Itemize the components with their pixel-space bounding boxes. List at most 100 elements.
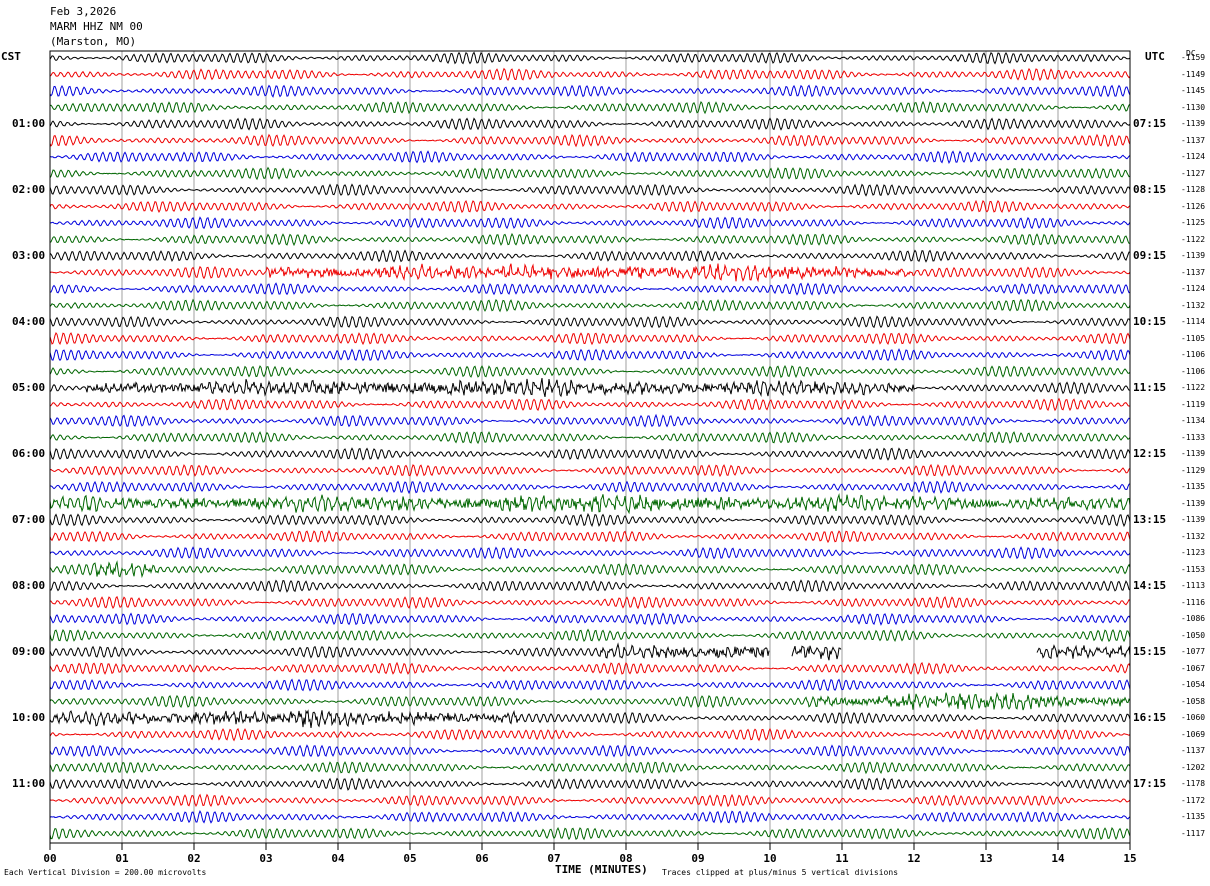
seismic-trace (49, 661, 1131, 676)
dc-offset-label: -1153 (1181, 564, 1206, 574)
dc-offset-label: -1122 (1181, 383, 1206, 392)
seismic-trace (49, 480, 1131, 495)
dc-offset-label: -1139 (1181, 251, 1206, 260)
dc-offset-label: -1134 (1181, 416, 1206, 425)
cst-hour-label: 02:00 (12, 183, 46, 196)
dc-offset-label: -1123 (1181, 548, 1206, 557)
helicorder-plot (49, 50, 1131, 850)
seismic-trace (49, 612, 1131, 626)
seismic-trace (791, 645, 842, 661)
seismic-trace (49, 199, 1131, 214)
dc-offset-label: -1125 (1181, 218, 1206, 227)
x-tick-label: 06 (475, 852, 489, 865)
cst-hour-label: 10:00 (12, 711, 46, 724)
dc-offset-label: -1145 (1181, 86, 1206, 95)
seismic-trace (49, 84, 1131, 98)
utc-hour-label: 12:15 (1133, 447, 1167, 460)
x-tick-label: 00 (43, 852, 57, 865)
dc-offset-label: -1069 (1181, 729, 1206, 739)
dc-offset-label: -1132 (1181, 531, 1206, 541)
seismic-trace (49, 793, 1131, 808)
seismic-trace (49, 709, 1131, 728)
dc-offset-label: -1050 (1181, 630, 1206, 640)
dc-offset-label: -1067 (1181, 663, 1206, 673)
x-tick-label: 11 (835, 852, 849, 865)
dc-offset-label: -1106 (1181, 366, 1206, 376)
seismic-trace (49, 595, 1131, 610)
seismic-trace (49, 810, 1131, 824)
x-tick-label: 14 (1051, 852, 1065, 865)
seismic-trace (49, 166, 1131, 181)
dc-offset-label: -1149 (1181, 69, 1206, 79)
x-tick-label: 09 (691, 852, 705, 865)
clip-note: Traces clipped at plus/minus 5 vertical … (662, 868, 899, 877)
cst-hour-label: 03:00 (12, 249, 46, 262)
cst-hour-label: 08:00 (12, 579, 46, 592)
seismic-trace (49, 826, 1131, 841)
seismic-trace (49, 232, 1131, 247)
seismic-trace (49, 348, 1131, 362)
dc-offset-label: -1139 (1181, 498, 1206, 508)
dc-offset-label: -1054 (1181, 680, 1206, 689)
dc-offset-label: -1135 (1181, 812, 1206, 821)
dc-offset-label: -1137 (1181, 135, 1206, 145)
dc-offset-label: -1128 (1181, 185, 1206, 194)
x-tick-label: 05 (403, 852, 417, 865)
x-tick-label: 04 (331, 852, 345, 865)
grid-lines (121, 51, 1059, 843)
dc-offset-label: -1132 (1181, 300, 1206, 310)
seismic-trace (49, 282, 1131, 296)
x-tick-label: 01 (115, 852, 129, 865)
seismic-trace (49, 628, 1131, 643)
dc-offset-label: -1106 (1181, 350, 1206, 359)
x-tick-label: 12 (907, 852, 921, 865)
x-tick-label: 15 (1123, 852, 1137, 865)
x-tick-label: 13 (979, 852, 993, 865)
seismic-trace (49, 315, 1131, 329)
utc-hour-label: 14:15 (1133, 579, 1167, 592)
dc-offset-label: -1137 (1181, 746, 1206, 755)
utc-hour-label: 07:15 (1133, 117, 1167, 130)
dc-offset-label: -1060 (1181, 713, 1206, 722)
seismic-trace (49, 642, 770, 659)
cst-hour-label: 01:00 (12, 117, 46, 130)
utc-hour-label: 17:15 (1133, 777, 1167, 790)
seismic-trace (49, 546, 1131, 560)
dc-offset-label: -1114 (1181, 317, 1206, 326)
seismic-trace (49, 691, 1131, 711)
dc-offset-label: -1135 (1181, 482, 1206, 491)
utc-hour-label: 16:15 (1133, 711, 1167, 724)
seismic-trace (1036, 644, 1131, 659)
dc-offset-label: -1178 (1181, 779, 1206, 788)
seismic-trace (49, 579, 1131, 593)
x-axis-label: TIME (MINUTES) (555, 863, 648, 876)
dc-offset-label: -1117 (1181, 828, 1206, 838)
dc-offset-label: -1126 (1181, 201, 1206, 211)
cst-hour-label: 11:00 (12, 777, 46, 790)
seismic-trace (49, 678, 1131, 692)
seismic-trace (49, 431, 1131, 445)
cst-hour-label: 07:00 (12, 513, 46, 526)
x-ticks (49, 843, 1131, 850)
seismic-trace (49, 150, 1131, 164)
dc-offset-label: -1077 (1181, 647, 1206, 656)
seismic-trace (49, 263, 1131, 283)
dc-offset-label: -1119 (1181, 399, 1206, 409)
dc-offset-label: -1124 (1181, 284, 1206, 293)
dc-offset-label: -1137 (1181, 267, 1206, 277)
cst-hour-label: 09:00 (12, 645, 46, 658)
seismic-trace (49, 378, 1130, 398)
dc-offset-label: -1122 (1181, 234, 1206, 244)
division-note: Each Vertical Division = 200.00 microvol… (4, 868, 207, 877)
seismic-trace (49, 761, 1131, 775)
seismic-trace (49, 529, 1131, 544)
utc-hour-label: 15:15 (1133, 645, 1167, 658)
seismic-trace (49, 117, 1131, 131)
dc-offset-label: -1172 (1181, 795, 1206, 805)
seismic-trace (49, 560, 1131, 579)
dc-offset-label: -1116 (1181, 597, 1206, 607)
utc-hour-label: 11:15 (1133, 381, 1167, 394)
cst-hour-label: 05:00 (12, 381, 46, 394)
dc-offset-label: -1133 (1181, 432, 1206, 442)
dc-offset-label: -1105 (1181, 333, 1206, 343)
